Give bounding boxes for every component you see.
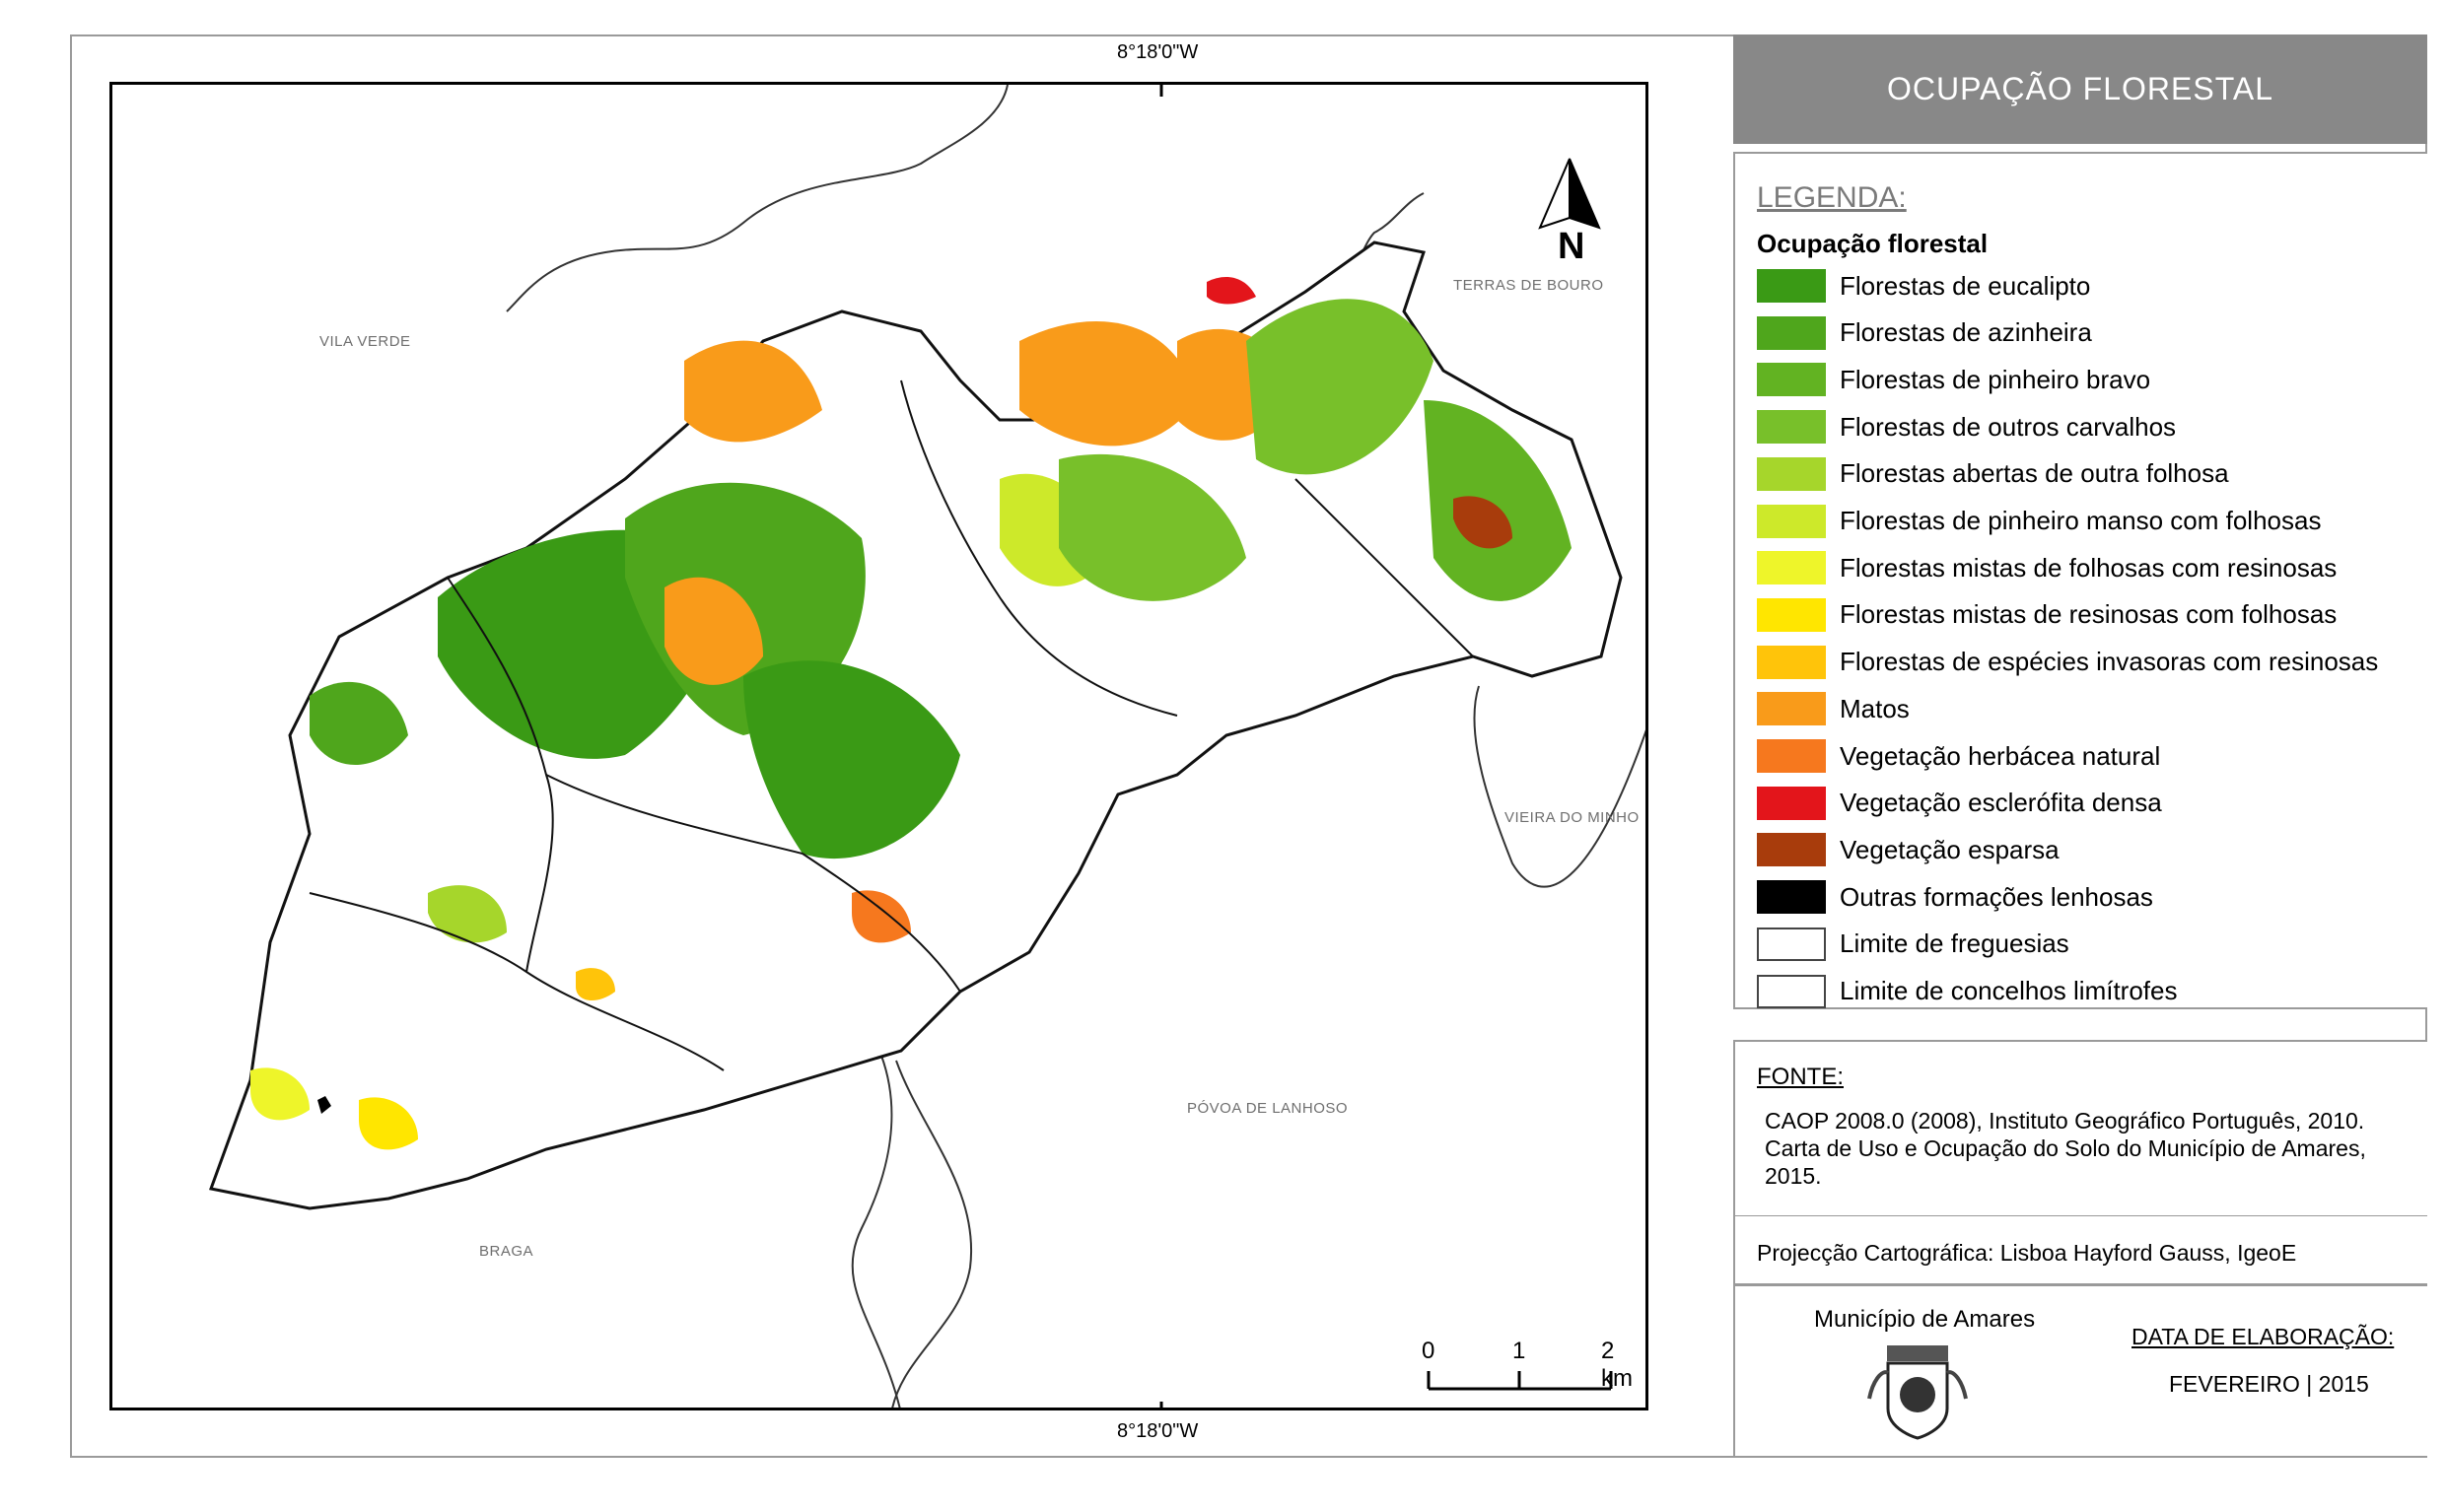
- legend-item: Limite de concelhos limítrofes: [1757, 974, 2177, 1009]
- legend-swatch: [1757, 410, 1826, 445]
- coord-top-label: 8°18'0"W: [1117, 41, 1199, 63]
- boundary-vieira-do-minho: [1473, 685, 1645, 888]
- legend-item: Florestas de pinheiro manso com folhosas: [1757, 504, 2321, 539]
- map-sheet: 8°18'0"W 8°18'0"W N VILA VERDE TERRAS DE…: [0, 0, 2446, 1512]
- municipality-coat-of-arms-icon: [1867, 1345, 1968, 1440]
- place-vieira-do-minho: VIEIRA DO MINHO: [1504, 809, 1640, 826]
- legend-label: Vegetação esclerófita densa: [1840, 788, 2162, 818]
- legend-item: Vegetação herbácea natural: [1757, 738, 2160, 774]
- legend-item: Vegetação esparsa: [1757, 832, 2060, 867]
- legend-swatch: [1757, 315, 1826, 350]
- legend-label: Florestas de pinheiro manso com folhosas: [1840, 506, 2322, 535]
- patch-esclerofita-1: [1207, 277, 1256, 305]
- scale-label-2: 2 km: [1601, 1338, 1633, 1392]
- footer-panel: Município de Amares DATA DE ELABORAÇÃO: …: [1733, 1284, 2427, 1458]
- legend-label: Outras formações lenhosas: [1840, 881, 2153, 912]
- legend-swatch: [1757, 692, 1826, 726]
- boundary-braga: [891, 1060, 973, 1408]
- north-arrow: [1538, 158, 1601, 230]
- source-panel: FONTE: CAOP 2008.0 (2008), Instituto Geo…: [1733, 1040, 2427, 1217]
- legend-swatch: [1757, 363, 1826, 397]
- source-line: Carta de Uso e Ocupação do Solo do Munic…: [1765, 1135, 2366, 1161]
- legend-label: Florestas de eucalipto: [1840, 270, 2091, 301]
- legend-label: Florestas abertas de outra folhosa: [1840, 458, 2229, 489]
- scale-label-0: 0: [1422, 1338, 1435, 1364]
- legend-swatch: [1757, 974, 1826, 1008]
- legend-heading: LEGENDA:: [1757, 181, 1907, 214]
- legend-item: Matos: [1757, 691, 1910, 726]
- legend-item: Florestas de azinheira: [1757, 315, 2092, 351]
- legend-swatch: [1757, 269, 1826, 303]
- legend-item: Vegetação esclerófita densa: [1757, 786, 2162, 821]
- source-heading: FONTE:: [1757, 1064, 1844, 1090]
- map-canvas: [208, 85, 1645, 1408]
- scale-bar: [1427, 1371, 1613, 1391]
- legend-swatch: [1757, 551, 1826, 585]
- legend-swatch: [1757, 833, 1826, 867]
- legend-label: Vegetação herbácea natural: [1840, 740, 2161, 771]
- legend-label: Vegetação esparsa: [1840, 834, 2060, 864]
- date-value: FEVEREIRO | 2015: [2169, 1371, 2369, 1397]
- legend-label: Florestas mistas de folhosas com resinos…: [1840, 552, 2338, 583]
- crown: [1887, 1345, 1948, 1361]
- legend-swatch: [1757, 597, 1826, 632]
- boundary-vila-verde: [506, 85, 1009, 312]
- date-heading: DATA DE ELABORAÇÃO:: [2132, 1324, 2395, 1349]
- projection-text: Projecção Cartográfica: Lisboa Hayford G…: [1757, 1240, 2297, 1266]
- legend-item: Florestas de pinheiro bravo: [1757, 362, 2150, 397]
- legend-swatch: [1757, 927, 1826, 961]
- north-arrow-left-icon: [1538, 158, 1571, 230]
- place-terras-de-bouro: TERRAS DE BOURO: [1453, 277, 1604, 294]
- place-povoa-de-lanhoso: PÓVOA DE LANHOSO: [1187, 1100, 1349, 1117]
- legend-panel: LEGENDA: Ocupação florestal Florestas de…: [1733, 152, 2427, 1009]
- legend-item: Florestas de eucalipto: [1757, 268, 2090, 304]
- page-title: OCUPAÇÃO FLORESTAL: [1733, 34, 2427, 144]
- patch-matos-3: [1019, 321, 1197, 447]
- place-vila-verde: VILA VERDE: [319, 333, 411, 350]
- shield-center: [1900, 1377, 1935, 1412]
- legend-swatch: [1757, 739, 1826, 773]
- source-text: CAOP 2008.0 (2008), Instituto Geográfico…: [1765, 1107, 2366, 1190]
- legend-label: Matos: [1840, 693, 1910, 723]
- source-line: CAOP 2008.0 (2008), Instituto Geográfico…: [1765, 1108, 2365, 1134]
- legend-item: Florestas de outros carvalhos: [1757, 409, 2176, 445]
- legend-item: Limite de freguesias: [1757, 927, 2069, 962]
- legend-swatch: [1757, 786, 1826, 820]
- legend-item: Florestas de espécies invasoras com resi…: [1757, 645, 2378, 680]
- place-braga: BRAGA: [479, 1243, 534, 1260]
- boundary-povoa-de-lanhoso: [851, 1055, 901, 1408]
- legend-label: Florestas de azinheira: [1840, 317, 2092, 348]
- legend-label: Limite de concelhos limítrofes: [1840, 976, 2178, 1005]
- map-area: N VILA VERDE TERRAS DE BOURO VIEIRA DO M…: [109, 82, 1648, 1410]
- municipality-name: Município de Amares: [1814, 1306, 2036, 1333]
- legend-label: Florestas de pinheiro bravo: [1840, 364, 2151, 394]
- legend-item: Florestas abertas de outra folhosa: [1757, 456, 2229, 492]
- legend-label: Florestas de espécies invasoras com resi…: [1840, 647, 2379, 677]
- scale-label-1: 1: [1512, 1338, 1526, 1364]
- north-label: N: [1558, 226, 1585, 267]
- legend-label: Florestas mistas de resinosas com folhos…: [1840, 599, 2338, 630]
- legend-label: Limite de freguesias: [1840, 928, 2069, 959]
- legend-swatch: [1757, 880, 1826, 915]
- legend-swatch: [1757, 456, 1826, 491]
- projection-panel: Projecção Cartográfica: Lisboa Hayford G…: [1733, 1216, 2427, 1285]
- coord-bottom-label: 8°18'0"W: [1117, 1420, 1199, 1442]
- legend-label: Florestas de outros carvalhos: [1840, 411, 2177, 442]
- north-arrow-right-icon: [1569, 158, 1601, 230]
- source-line: 2015.: [1765, 1163, 1822, 1189]
- legend-item: Florestas mistas de folhosas com resinos…: [1757, 550, 2337, 585]
- legend-swatch: [1757, 504, 1826, 538]
- legend-item: Florestas mistas de resinosas com folhos…: [1757, 597, 2337, 633]
- legend-swatch: [1757, 645, 1826, 679]
- legend-item: Outras formações lenhosas: [1757, 879, 2153, 915]
- legend-subtitle: Ocupação florestal: [1757, 229, 1989, 258]
